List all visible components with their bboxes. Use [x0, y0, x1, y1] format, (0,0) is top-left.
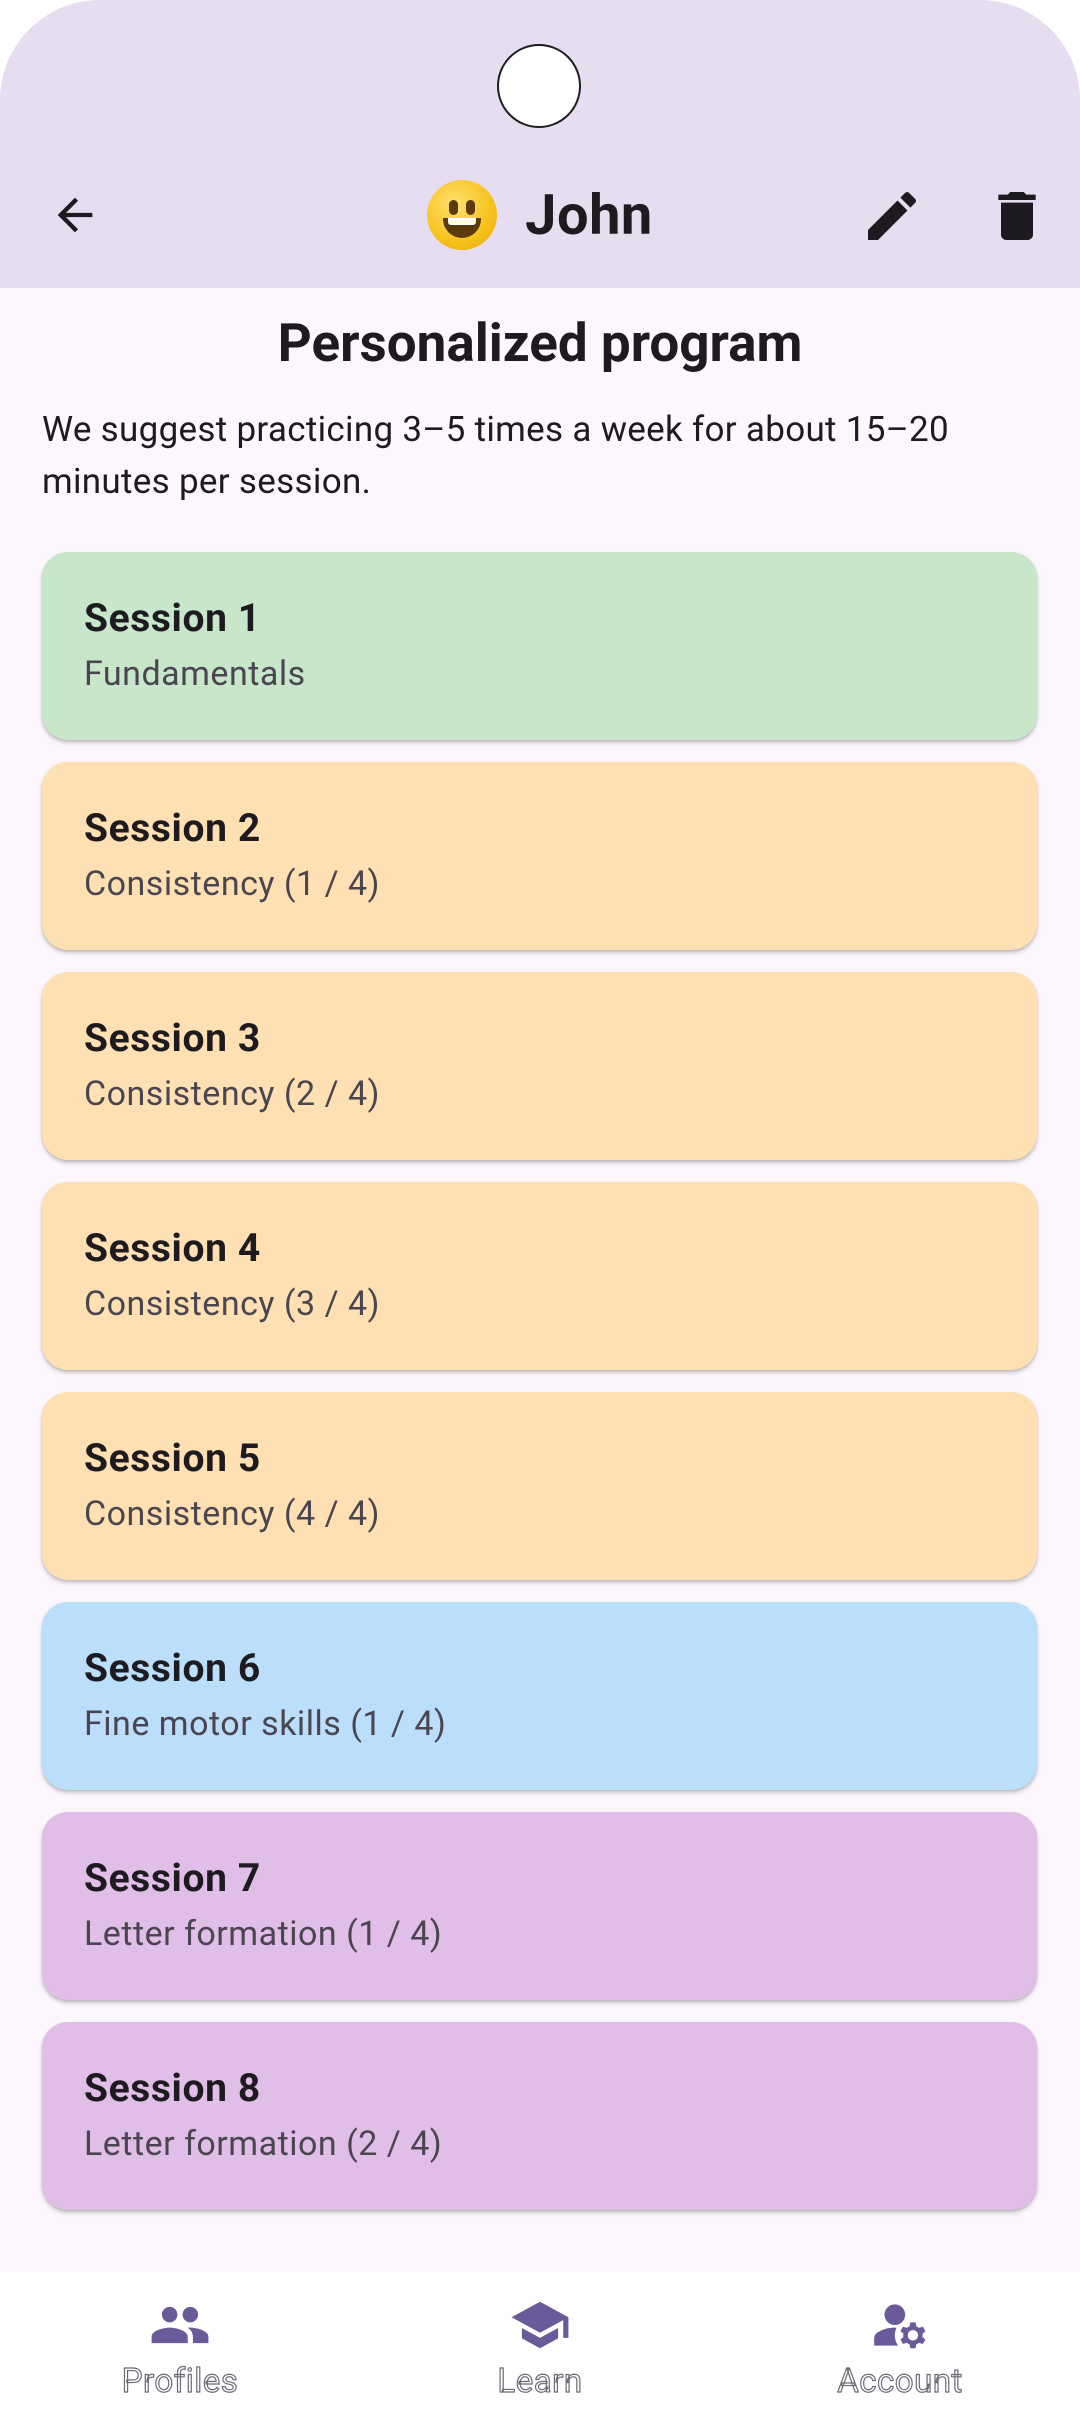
session-title: Session 5: [84, 1435, 261, 1481]
profile-name: John: [525, 182, 653, 248]
session-title: Session 8: [84, 2065, 261, 2111]
session-card-5[interactable]: Session 5 Consistency (4 / 4): [42, 1392, 1037, 1580]
nav-item-learn[interactable]: Learn: [430, 2294, 650, 2414]
session-card-2[interactable]: Session 2 Consistency (1 / 4): [42, 762, 1037, 950]
session-subtitle: Letter formation (1 / 4): [84, 1914, 443, 1954]
app-bar: John: [0, 0, 1080, 288]
session-title: Session 1: [84, 595, 261, 641]
nav-label: Profiles: [121, 2361, 239, 2401]
nav-item-account[interactable]: Account: [790, 2294, 1010, 2414]
session-card-3[interactable]: Session 3 Consistency (2 / 4): [42, 972, 1037, 1160]
program-description: We suggest practicing 3–5 times a week f…: [42, 409, 949, 502]
session-subtitle: Consistency (4 / 4): [84, 1494, 380, 1534]
pencil-icon: [868, 191, 917, 240]
app-screen: John Personalized program We suggest pra…: [0, 0, 1080, 2424]
session-subtitle: Letter formation (2 / 4): [84, 2124, 443, 2164]
nav-label: Account: [837, 2361, 963, 2401]
session-card-6[interactable]: Session 6 Fine motor skills (1 / 4): [42, 1602, 1037, 1790]
manage-account-icon: [874, 2304, 926, 2349]
session-subtitle: Fine motor skills (1 / 4): [84, 1704, 447, 1744]
session-card-1[interactable]: Session 1 Fundamentals: [42, 552, 1037, 740]
session-title: Session 4: [84, 1225, 261, 1271]
session-title: Session 6: [84, 1645, 261, 1691]
session-subtitle: Consistency (1 / 4): [84, 864, 380, 904]
session-title: Session 3: [84, 1015, 261, 1061]
session-subtitle: Consistency (2 / 4): [84, 1074, 380, 1114]
graduation-cap-icon: [511, 2301, 569, 2349]
trash-icon: [998, 192, 1036, 240]
people-icon: [151, 2306, 209, 2344]
session-title: Session 2: [84, 805, 261, 851]
session-card-7[interactable]: Session 7 Letter formation (1 / 4): [42, 1812, 1037, 2000]
session-card-8[interactable]: Session 8 Letter formation (2 / 4): [42, 2022, 1037, 2210]
bottom-navigation: Profiles Learn Account: [0, 2272, 1080, 2424]
edit-button[interactable]: [860, 184, 924, 248]
session-subtitle: Fundamentals: [84, 654, 306, 694]
camera-cutout: [497, 44, 581, 128]
session-title: Session 7: [84, 1855, 261, 1901]
nav-item-profiles[interactable]: Profiles: [70, 2294, 290, 2414]
grinning-face-emoji-icon: [427, 180, 498, 250]
session-card-4[interactable]: Session 4 Consistency (3 / 4): [42, 1182, 1037, 1370]
session-subtitle: Consistency (3 / 4): [84, 1284, 380, 1324]
page-title: Personalized program: [277, 312, 803, 374]
delete-button[interactable]: [985, 184, 1049, 248]
nav-label: Learn: [497, 2361, 583, 2401]
